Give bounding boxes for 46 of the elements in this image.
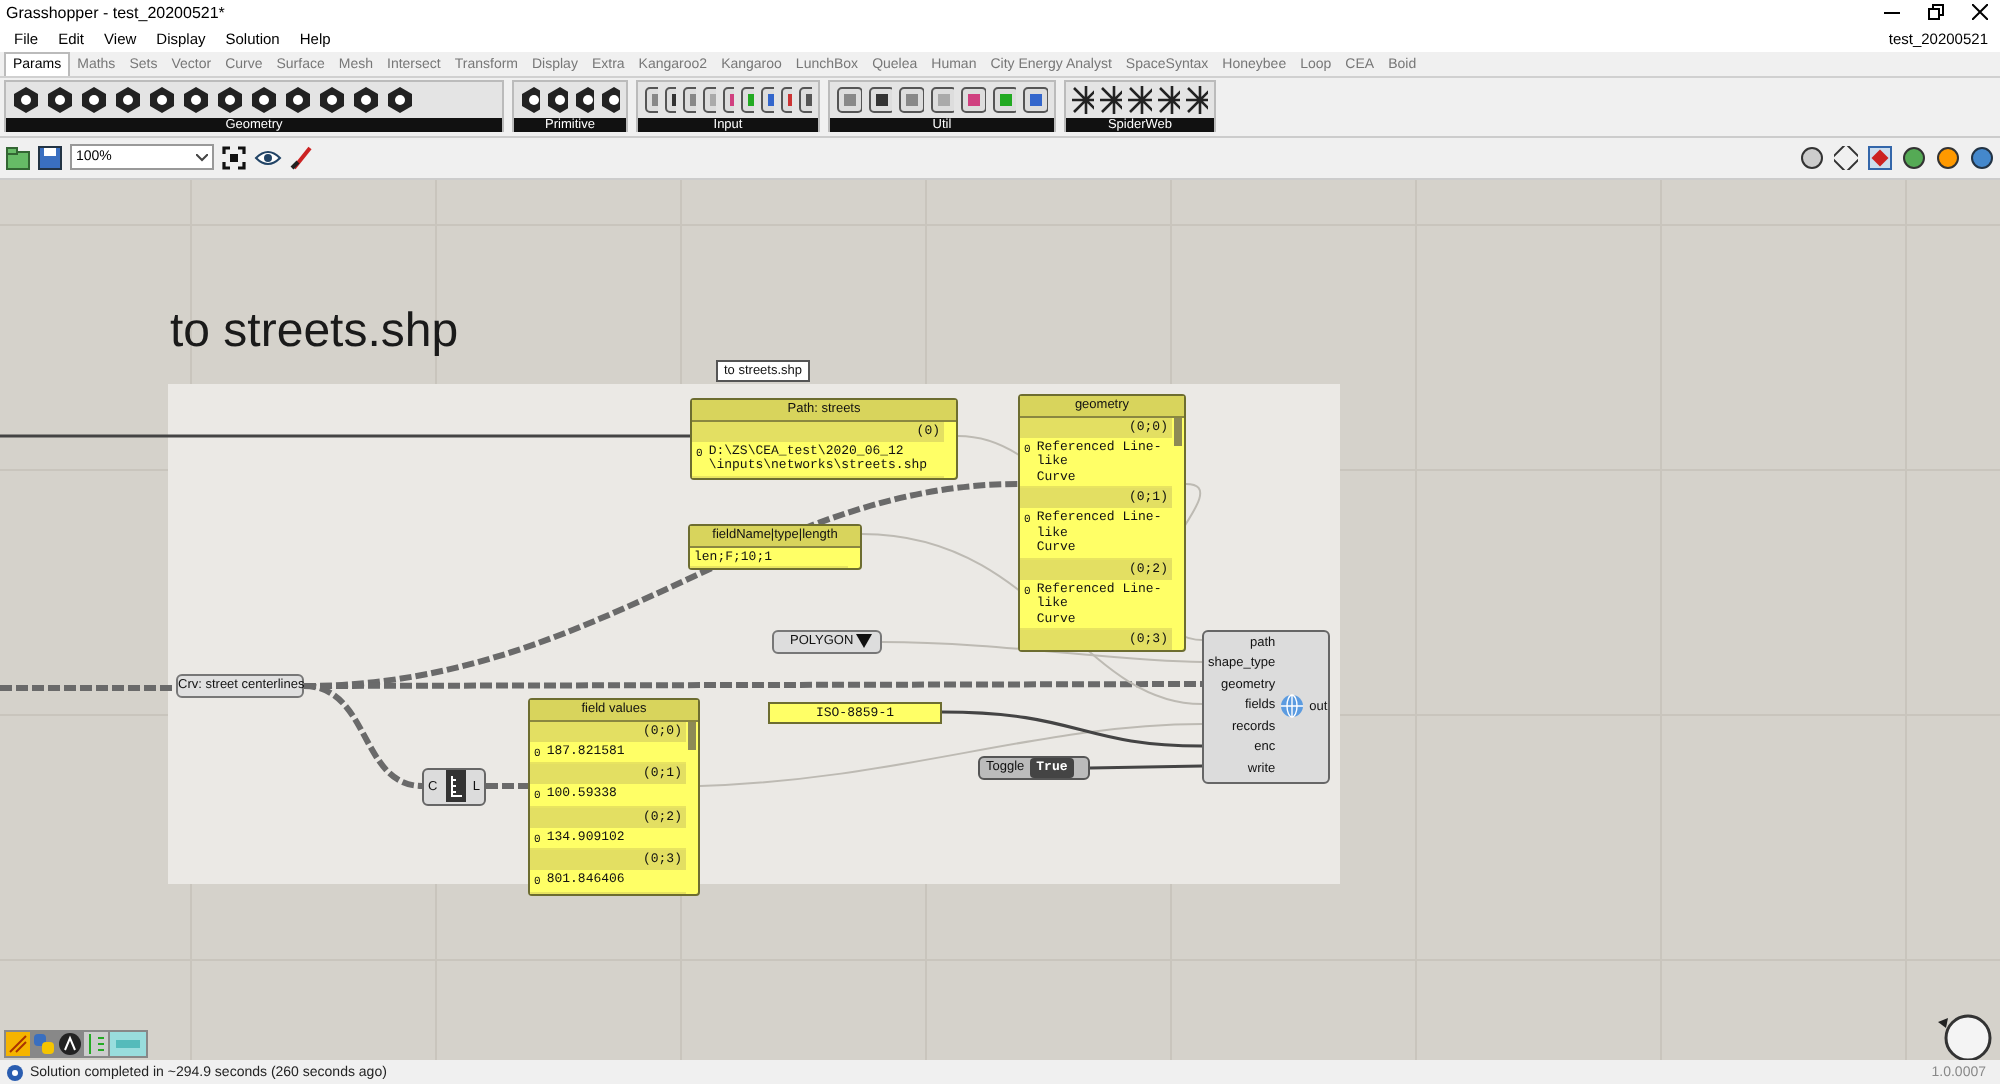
restore-icon[interactable]: [1928, 4, 1944, 21]
scrollbar[interactable]: [688, 721, 696, 750]
close-icon[interactable]: [1972, 4, 1988, 21]
hexagon-icon[interactable]: [182, 85, 210, 114]
hexagon-icon[interactable]: [148, 85, 176, 114]
letter-icon[interactable]: [58, 1031, 82, 1056]
sphere-icon[interactable]: [1970, 145, 1994, 170]
scrollbar[interactable]: [1174, 417, 1182, 446]
hexagon-icon[interactable]: [12, 85, 40, 114]
web-icon[interactable]: [1157, 85, 1180, 114]
hexagon-icon[interactable]: [573, 85, 594, 114]
wire: [486, 782, 528, 789]
web-icon[interactable]: [1128, 85, 1152, 114]
navigation-dial-icon[interactable]: [1936, 1009, 1992, 1061]
hexagon-icon[interactable]: [46, 85, 74, 114]
info-icon: [6, 1063, 24, 1082]
preview-icon[interactable]: [1800, 145, 1824, 170]
hexagon-icon[interactable]: [284, 85, 312, 114]
hexagon-icon[interactable]: [520, 85, 541, 114]
dropdown-icon[interactable]: [856, 634, 872, 649]
hexagon-icon[interactable]: [114, 85, 142, 114]
hexagon-icon[interactable]: [386, 85, 414, 114]
web-icon[interactable]: [1185, 85, 1209, 114]
selection-icon[interactable]: [1902, 145, 1926, 170]
wireframe-icon[interactable]: [1834, 145, 1858, 170]
shaded-icon[interactable]: [1868, 145, 1892, 170]
hexagon-icon[interactable]: [318, 85, 346, 114]
web-icon[interactable]: [1072, 85, 1095, 114]
open-icon[interactable]: [6, 145, 30, 170]
ruler-icon: [445, 770, 466, 803]
brush-icon[interactable]: [290, 145, 314, 170]
hexagon-icon[interactable]: [546, 85, 567, 114]
web-icon[interactable]: [1100, 85, 1123, 114]
hexagon-icon[interactable]: [250, 85, 278, 114]
hexagon-icon[interactable]: [80, 85, 108, 114]
eye-icon[interactable]: [254, 147, 282, 168]
color-icon[interactable]: [1936, 145, 1960, 170]
window-title: Grasshopper - test_20200521*: [6, 3, 227, 22]
hexagon-icon[interactable]: [216, 85, 244, 114]
zoom-extents-icon[interactable]: [222, 145, 246, 170]
hexagon-icon[interactable]: [352, 85, 380, 114]
canvas-heading: to streets.shp: [170, 303, 459, 360]
hexagon-icon[interactable]: [599, 85, 620, 114]
globe-icon: [1279, 694, 1304, 719]
save-icon[interactable]: [38, 145, 62, 170]
caret-icon: [196, 153, 208, 162]
